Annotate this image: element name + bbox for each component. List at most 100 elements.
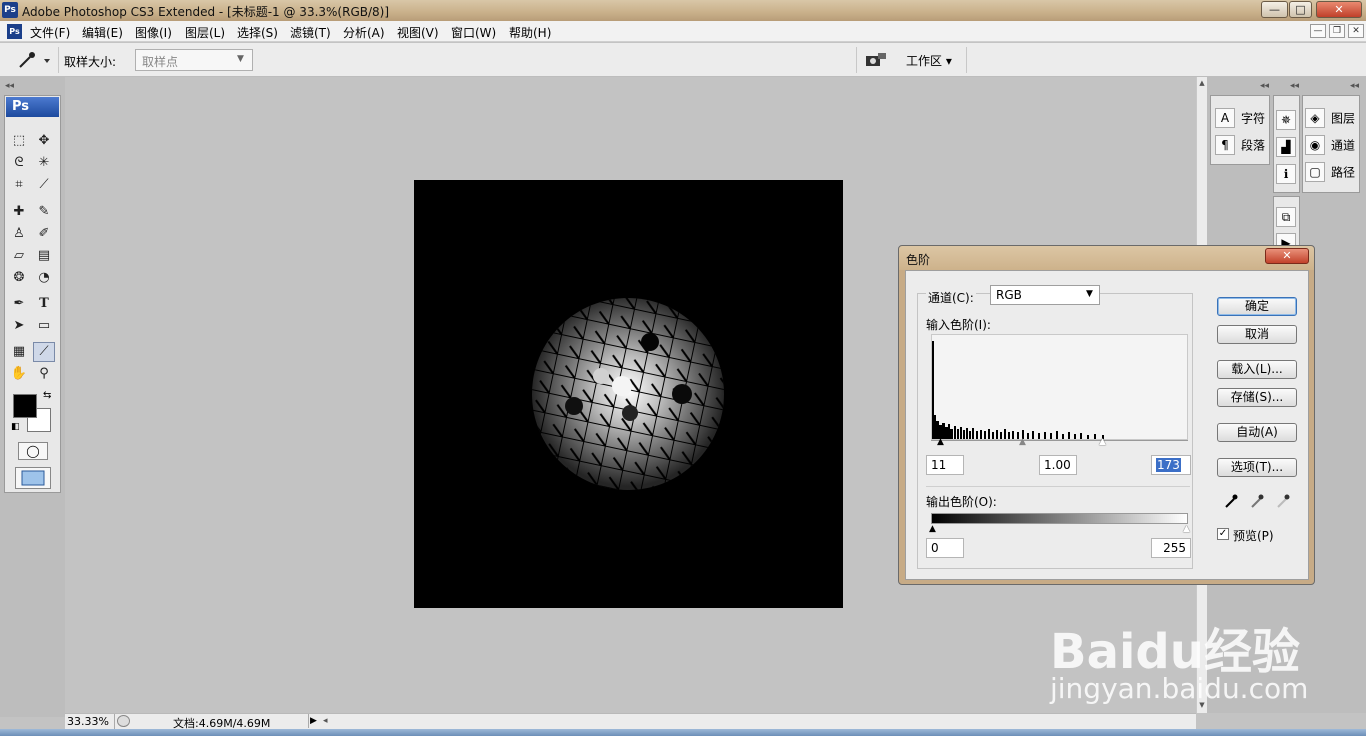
panel-label: 字符 bbox=[1241, 111, 1266, 126]
load-button[interactable]: 载入(L)... bbox=[1217, 360, 1297, 379]
panel-character[interactable]: A 字符 bbox=[1215, 108, 1265, 134]
history-icon[interactable]: ⧉ bbox=[1276, 207, 1296, 227]
default-colors-icon[interactable]: ◧ bbox=[11, 422, 20, 432]
histogram-icon[interactable]: ▟ bbox=[1276, 137, 1296, 157]
hand-tool-icon[interactable]: ✋ bbox=[8, 364, 30, 384]
input-gamma-slider-icon[interactable]: ▲ bbox=[1019, 437, 1026, 447]
output-white-field[interactable]: 255 bbox=[1151, 538, 1191, 558]
menu-edit[interactable]: 编辑(E) bbox=[82, 24, 123, 41]
panel-channels[interactable]: ◉ 通道 bbox=[1305, 135, 1355, 161]
foreground-color-swatch[interactable] bbox=[13, 394, 37, 418]
collapse-toolbox-icon[interactable]: ◂◂ bbox=[5, 81, 60, 91]
output-black-slider-icon[interactable]: ▲ bbox=[929, 524, 936, 534]
marquee-tool-icon[interactable]: ⬚ bbox=[8, 131, 30, 151]
panel-group-text: A 字符 ¶ 段落 bbox=[1210, 95, 1270, 165]
bridge-icon[interactable] bbox=[864, 50, 888, 70]
blur-tool-icon[interactable]: ❂ bbox=[8, 268, 30, 288]
options-button[interactable]: 选项(T)... bbox=[1217, 458, 1297, 477]
dodge-tool-icon[interactable]: ◔ bbox=[33, 268, 55, 288]
white-eyedropper-icon[interactable] bbox=[1275, 493, 1291, 513]
magic-wand-tool-icon[interactable]: ✳ bbox=[33, 153, 55, 173]
document-canvas[interactable] bbox=[414, 180, 843, 608]
lasso-tool-icon[interactable]: ᘓ bbox=[8, 153, 30, 173]
scroll-left-icon[interactable]: ◂ bbox=[323, 714, 328, 729]
clone-stamp-tool-icon[interactable]: ♙ bbox=[8, 224, 30, 244]
brush-tool-icon[interactable]: ✎ bbox=[33, 202, 55, 222]
paragraph-icon: ¶ bbox=[1215, 135, 1235, 155]
menu-image[interactable]: 图像(I) bbox=[135, 24, 172, 41]
swap-colors-icon[interactable]: ⇆ bbox=[43, 390, 51, 401]
eyedropper-tool-icon[interactable]: ⟋ bbox=[33, 342, 55, 362]
collapse-panels-icon[interactable]: ◂◂ bbox=[1350, 81, 1359, 91]
auto-button[interactable]: 自动(A) bbox=[1217, 423, 1297, 442]
menu-file[interactable]: 文件(F) bbox=[30, 24, 70, 41]
slice-tool-icon[interactable]: ⟋ bbox=[33, 175, 55, 195]
move-tool-icon[interactable]: ✥ bbox=[33, 131, 55, 151]
menu-help[interactable]: 帮助(H) bbox=[509, 24, 551, 41]
quick-mask-icon[interactable]: ◯ bbox=[18, 442, 48, 460]
menu-select[interactable]: 选择(S) bbox=[237, 24, 278, 41]
close-window-button[interactable]: ✕ bbox=[1316, 1, 1362, 18]
collapse-panels-icon[interactable]: ◂◂ bbox=[1290, 81, 1299, 91]
panel-label: 通道 bbox=[1331, 138, 1356, 153]
menu-window[interactable]: 窗口(W) bbox=[451, 24, 496, 41]
menu-view[interactable]: 视图(V) bbox=[397, 24, 439, 41]
gray-eyedropper-icon[interactable] bbox=[1249, 493, 1265, 513]
cancel-button[interactable]: 取消 bbox=[1217, 325, 1297, 344]
output-white-slider-icon[interactable]: ▲ bbox=[1183, 524, 1190, 534]
sample-size-select[interactable]: 取样点 bbox=[135, 49, 253, 71]
input-white-value: 173 bbox=[1156, 458, 1181, 472]
panel-paths[interactable]: ▢ 路径 bbox=[1305, 162, 1355, 188]
paths-icon: ▢ bbox=[1305, 162, 1325, 182]
input-slider-track[interactable] bbox=[931, 440, 1188, 441]
doc-close-button[interactable]: ✕ bbox=[1348, 24, 1364, 38]
pen-tool-icon[interactable]: ✒ bbox=[8, 294, 30, 314]
channel-select[interactable]: RGB bbox=[990, 285, 1100, 305]
path-selection-tool-icon[interactable]: ➤ bbox=[8, 316, 30, 336]
type-tool-icon[interactable]: T bbox=[33, 294, 55, 314]
screen-mode-icon[interactable] bbox=[15, 467, 51, 489]
levels-dialog: 色阶 ✕ 通道(C): RGB ▼ 输入色阶(I): ▲ ▲ ▲ 11 1.00… bbox=[898, 245, 1315, 585]
doc-restore-button[interactable]: ❐ bbox=[1329, 24, 1345, 38]
menu-layer[interactable]: 图层(L) bbox=[185, 24, 225, 41]
menu-analysis[interactable]: 分析(A) bbox=[343, 24, 385, 41]
dialog-close-button[interactable]: ✕ bbox=[1265, 248, 1309, 264]
workspace-menu[interactable]: 工作区 ▾ bbox=[906, 52, 952, 69]
panel-group-history: ⧉ ▶ bbox=[1273, 196, 1300, 253]
eraser-tool-icon[interactable]: ▱ bbox=[8, 246, 30, 266]
gradient-tool-icon[interactable]: ▤ bbox=[33, 246, 55, 266]
input-black-slider-icon[interactable]: ▲ bbox=[937, 437, 944, 447]
maximize-button[interactable]: □ bbox=[1289, 1, 1312, 18]
input-white-field[interactable]: 173 bbox=[1151, 455, 1191, 475]
input-white-slider-icon[interactable]: ▲ bbox=[1099, 437, 1106, 447]
notes-tool-icon[interactable]: ▦ bbox=[8, 342, 30, 362]
history-brush-tool-icon[interactable]: ✐ bbox=[33, 224, 55, 244]
input-black-field[interactable]: 11 bbox=[926, 455, 964, 475]
panel-layers[interactable]: ◈ 图层 bbox=[1305, 108, 1355, 134]
scroll-up-icon[interactable]: ▲ bbox=[1197, 79, 1207, 89]
panel-group-layers: ◈ 图层 ◉ 通道 ▢ 路径 bbox=[1302, 95, 1360, 193]
info-icon[interactable]: ℹ bbox=[1276, 164, 1296, 184]
crop-tool-icon[interactable]: ⌗ bbox=[8, 175, 30, 195]
zoom-level-input[interactable]: 33.33% bbox=[67, 715, 109, 728]
menu-filter[interactable]: 滤镜(T) bbox=[290, 24, 331, 41]
black-eyedropper-icon[interactable] bbox=[1223, 493, 1239, 513]
doc-minimize-button[interactable]: — bbox=[1310, 24, 1326, 38]
panel-paragraph[interactable]: ¶ 段落 bbox=[1215, 135, 1265, 161]
tool-preset-picker[interactable] bbox=[14, 49, 54, 71]
preview-label: 预览(P) bbox=[1233, 529, 1274, 543]
status-menu-arrow-icon[interactable]: ▶ bbox=[308, 714, 318, 728]
save-button[interactable]: 存储(S)... bbox=[1217, 388, 1297, 407]
collapse-panels-icon[interactable]: ◂◂ bbox=[1260, 81, 1269, 91]
navigator-icon[interactable]: ✵ bbox=[1276, 110, 1296, 130]
minimize-button[interactable]: — bbox=[1261, 1, 1288, 18]
input-gamma-field[interactable]: 1.00 bbox=[1039, 455, 1077, 475]
status-icon[interactable] bbox=[117, 715, 130, 727]
menu-photoshop-icon[interactable]: Ps bbox=[7, 24, 22, 39]
healing-brush-tool-icon[interactable]: ✚ bbox=[8, 202, 30, 222]
ok-button[interactable]: 确定 bbox=[1217, 297, 1297, 316]
preview-checkbox[interactable]: ✓ bbox=[1217, 528, 1229, 540]
shape-tool-icon[interactable]: ▭ bbox=[33, 316, 55, 336]
output-black-field[interactable]: 0 bbox=[926, 538, 964, 558]
zoom-tool-icon[interactable]: ⚲ bbox=[33, 364, 55, 384]
